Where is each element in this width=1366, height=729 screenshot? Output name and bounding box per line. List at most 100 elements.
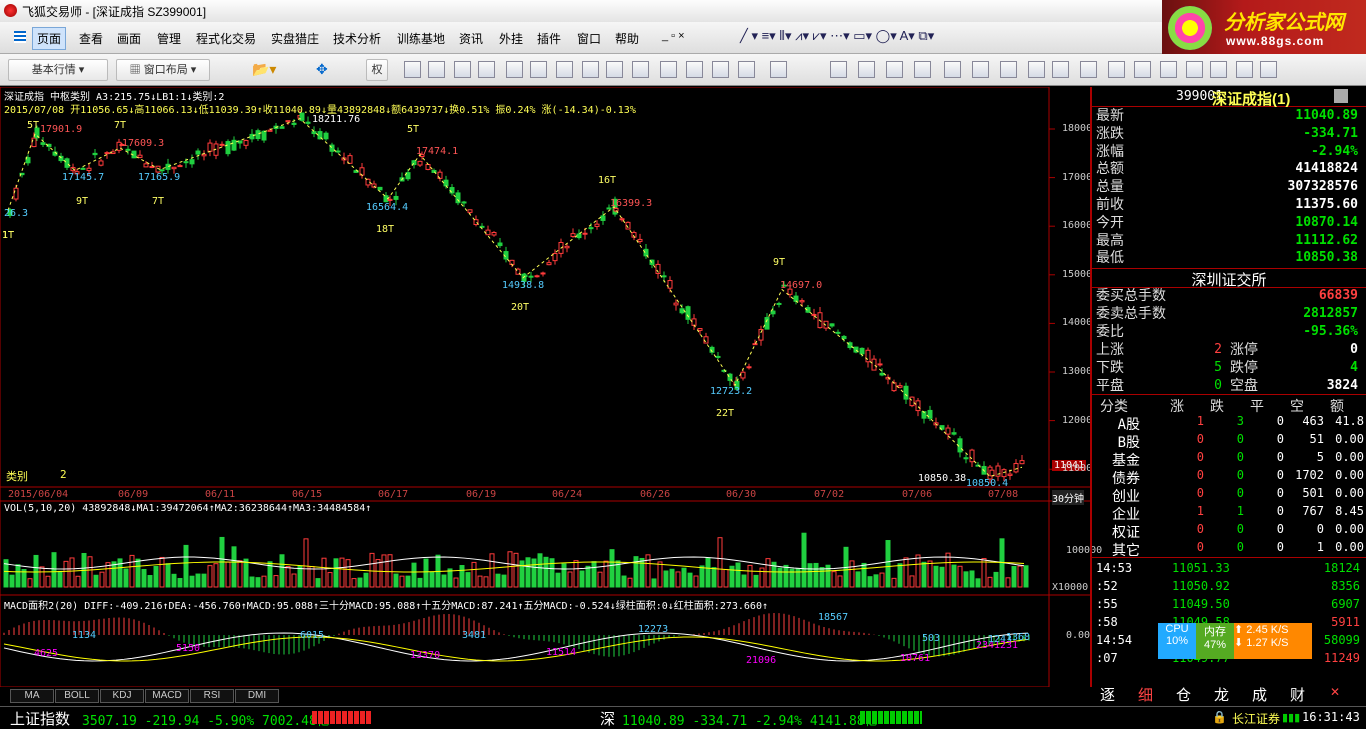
toolbar-tool-icon[interactable] xyxy=(712,61,729,78)
quote-tab-4[interactable]: 成 xyxy=(1252,684,1267,705)
window-layout-button[interactable]: ▦ 窗口布局 ▾ xyxy=(116,59,210,81)
toolbar-tool-icon[interactable] xyxy=(530,61,547,78)
toolbar-tool-icon[interactable] xyxy=(886,61,903,78)
breadth-label: 上涨 xyxy=(1096,342,1124,358)
volume-bar xyxy=(351,578,357,588)
volume-bar xyxy=(57,570,63,588)
toolbar-tool-icon[interactable] xyxy=(506,61,523,78)
toolbar-tool-icon[interactable] xyxy=(1160,61,1177,78)
toolbar-tool-icon[interactable] xyxy=(404,61,421,78)
toolbar-tool-icon[interactable] xyxy=(556,61,573,78)
toolbar-tool-icon[interactable] xyxy=(1210,61,1227,78)
volume-bar xyxy=(813,562,819,588)
menu-item-5[interactable]: 实盘猎庄 xyxy=(268,29,322,48)
volume-bar xyxy=(759,567,765,588)
menu-item-3[interactable]: 管理 xyxy=(154,29,184,48)
menu-item-7[interactable]: 训练基地 xyxy=(394,29,448,48)
sz-index-name[interactable]: 深 xyxy=(600,708,615,729)
sector-table-header: 平 xyxy=(1250,398,1264,414)
volume-bar xyxy=(327,572,333,588)
toolbar-tool-icon[interactable] xyxy=(1236,61,1253,78)
toolbar-tool-icon[interactable] xyxy=(1000,61,1017,78)
toolbar-tool-icon[interactable] xyxy=(632,61,649,78)
menu-item-4[interactable]: 程式化交易 xyxy=(193,29,259,48)
open-folder-icon[interactable]: 📂▾ xyxy=(252,61,276,78)
menu-item-0[interactable]: 页面 xyxy=(32,27,67,50)
candle-body xyxy=(377,186,383,191)
toolbar-tool-icon[interactable] xyxy=(686,61,703,78)
toolbar-tool-icon[interactable] xyxy=(944,61,961,78)
macd-annotation: 13370 xyxy=(410,650,441,661)
toolbar-tool-icon[interactable] xyxy=(1260,61,1277,78)
toolbar-tool-icon[interactable] xyxy=(1134,61,1151,78)
quote-settings-icon[interactable] xyxy=(1334,89,1348,103)
quote-tab-3[interactable]: 龙 xyxy=(1214,684,1229,705)
toolbar-tool-icon[interactable] xyxy=(1080,61,1097,78)
toolbar-tool-icon[interactable] xyxy=(428,61,445,78)
volume-bar xyxy=(255,577,261,588)
draw-line-icon[interactable]: ╱ ▾ ≡▾ ⦀▾ ⩘▾ ⩗▾ ⋯▾ ▭▾ ◯▾ A▾ ⧉▾ xyxy=(740,28,934,44)
menu-item-12[interactable]: 帮助 xyxy=(612,29,642,48)
menu-item-9[interactable]: 外挂 xyxy=(496,29,526,48)
toolbar-tool-icon[interactable] xyxy=(1186,61,1203,78)
candle-body xyxy=(528,275,534,278)
quote-tab-2[interactable]: 仓 xyxy=(1176,684,1191,705)
sector-table-cell: 1 xyxy=(1196,414,1204,428)
toolbar-tool-icon[interactable] xyxy=(738,61,755,78)
toolbar-tool-icon[interactable] xyxy=(582,61,599,78)
broker-name[interactable]: 长江证券 xyxy=(1232,710,1280,727)
toolbar-tool-icon[interactable] xyxy=(606,61,623,78)
menu-item-6[interactable]: 技术分析 xyxy=(330,29,384,48)
toolbar-tool-icon[interactable] xyxy=(972,61,989,78)
indicator-tab-dmi[interactable]: DMI xyxy=(235,689,279,703)
period-label[interactable]: 30分钟 xyxy=(1052,490,1085,505)
candle-body xyxy=(64,158,70,168)
sh-index-name[interactable]: 上证指数 xyxy=(10,708,70,729)
indicator-tab-boll[interactable]: BOLL xyxy=(55,689,99,703)
indicator-tab-kdj[interactable]: KDJ xyxy=(100,689,144,703)
move-icon[interactable]: ✥ xyxy=(316,61,328,78)
menu-item-1[interactable]: 查看 xyxy=(76,29,106,48)
indicator-tab-macd[interactable]: MACD xyxy=(145,689,189,703)
window-controls[interactable]: _ ▫ × xyxy=(662,30,685,42)
indicator-tab-ma[interactable]: MA xyxy=(10,689,54,703)
quote-label: 最新 xyxy=(1096,108,1124,124)
volume-bar xyxy=(699,565,705,588)
quote-tab-5[interactable]: 财 xyxy=(1290,684,1305,705)
close-icon[interactable]: ✕ xyxy=(1330,685,1340,699)
menu-item-8[interactable]: 资讯 xyxy=(456,29,486,48)
toolbar-tool-icon[interactable] xyxy=(858,61,875,78)
toolbar-tool-icon[interactable] xyxy=(660,61,677,78)
toolbar-tool-icon[interactable] xyxy=(1028,61,1045,78)
menu-grid-icon[interactable] xyxy=(14,31,26,43)
volume-bar xyxy=(69,557,75,588)
menu-item-11[interactable]: 窗口 xyxy=(574,29,604,48)
menu-item-2[interactable]: 画面 xyxy=(114,29,144,48)
toolbar-tool-icon[interactable] xyxy=(914,61,931,78)
sector-table-header: 跌 xyxy=(1210,398,1224,414)
candle-body xyxy=(149,166,155,169)
quan-button[interactable]: 权 xyxy=(366,59,388,81)
menu-item-10[interactable]: 插件 xyxy=(534,29,564,48)
quote-tab-1[interactable]: 细 xyxy=(1138,684,1153,705)
toolbar-tool-icon[interactable] xyxy=(1108,61,1125,78)
basic-quote-button[interactable]: 基本行情 ▾ xyxy=(8,59,108,81)
toolbar-tool-icon[interactable] xyxy=(830,61,847,78)
candle-body xyxy=(231,139,237,151)
sector-table-cell: 0.00 xyxy=(1335,540,1364,554)
indicator-tab-rsi[interactable]: RSI xyxy=(190,689,234,703)
sector-table-cell: 权证 xyxy=(1112,525,1140,541)
candle-body xyxy=(945,427,951,435)
volume-bar xyxy=(765,558,771,588)
toolbar-tool-icon[interactable] xyxy=(454,61,471,78)
candle-body xyxy=(143,163,149,168)
lock-icon[interactable]: 🔒 xyxy=(1212,710,1227,724)
toolbar-tool-icon[interactable] xyxy=(478,61,495,78)
toolbar-tool-icon[interactable] xyxy=(1052,61,1069,78)
toolbar-tool-icon[interactable] xyxy=(770,61,787,78)
sector-table-cell: 0 xyxy=(1276,414,1284,428)
candle-body xyxy=(417,160,423,166)
tick-volume: 8356 xyxy=(1331,579,1360,593)
volume-bar xyxy=(441,574,447,588)
quote-tab-0[interactable]: 逐 xyxy=(1100,684,1115,705)
